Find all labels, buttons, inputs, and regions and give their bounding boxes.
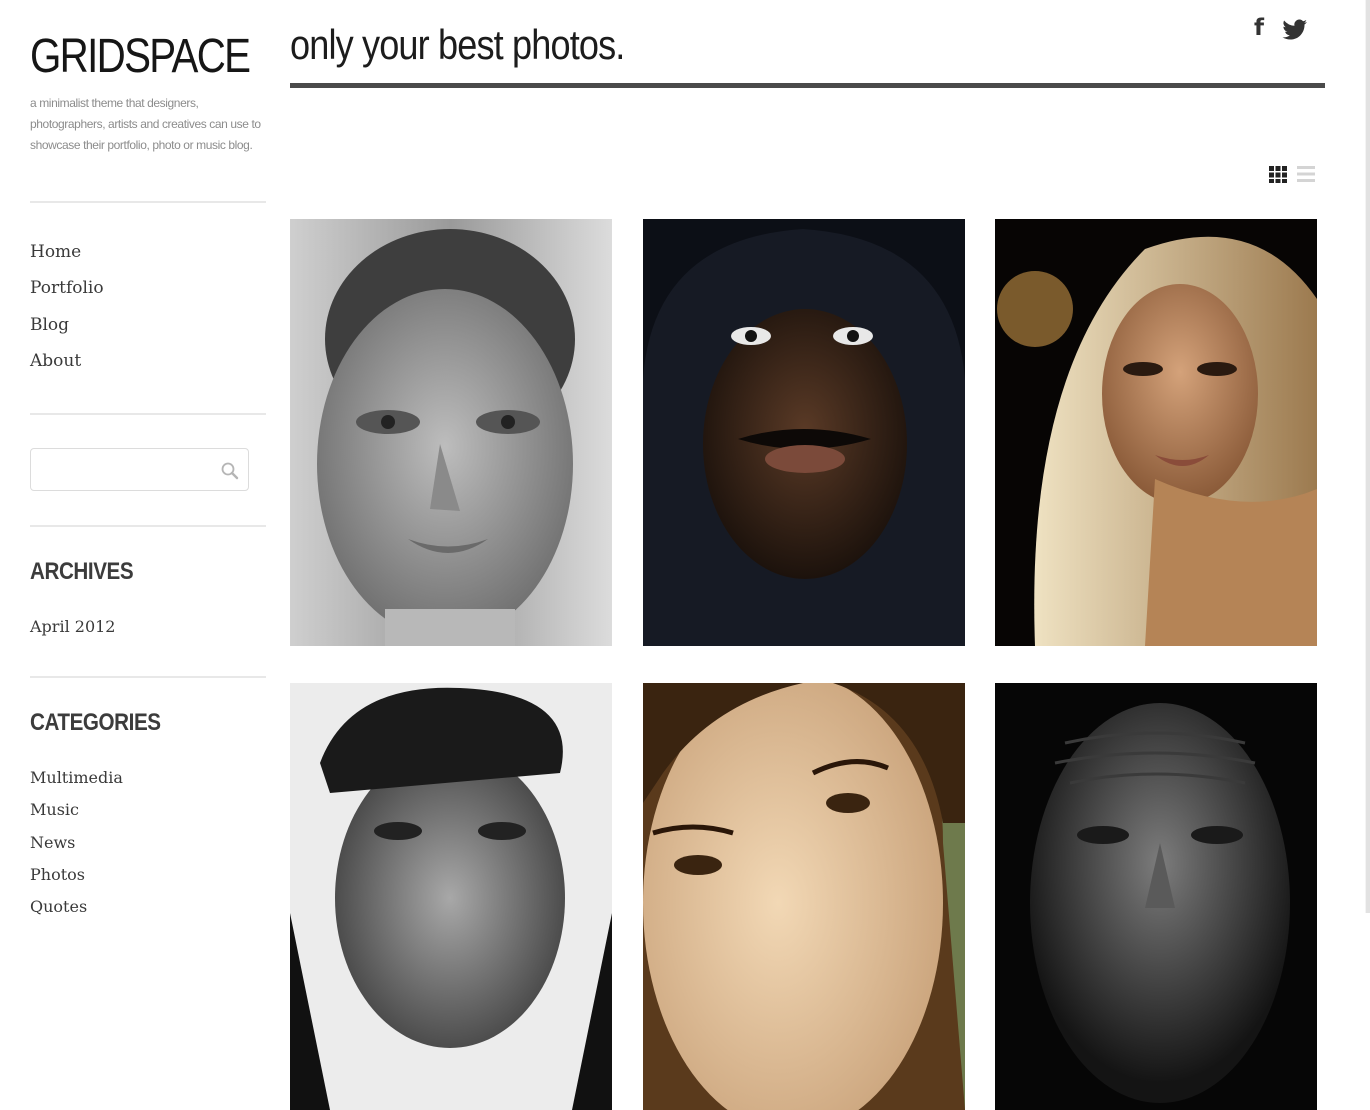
category-link[interactable]: Photos <box>30 865 85 885</box>
list-view-icon[interactable] <box>1296 164 1316 184</box>
nav-item-portfolio[interactable]: Portfolio <box>30 277 104 299</box>
headline-rule <box>290 83 1325 88</box>
portrait-woman-freckles[interactable] <box>290 219 612 646</box>
categories-title: CATEGORIES <box>30 709 161 736</box>
category-link[interactable]: Multimedia <box>30 768 123 788</box>
category-link[interactable]: Music <box>30 800 79 820</box>
page-headline: only your best photos. <box>290 21 625 68</box>
portrait-man-cap[interactable] <box>290 683 612 1110</box>
site-tagline: a minimalist theme that designers, photo… <box>30 96 261 152</box>
nav-item-home[interactable]: Home <box>30 241 81 263</box>
category-link[interactable]: News <box>30 833 75 853</box>
category-link[interactable]: Quotes <box>30 897 87 917</box>
archive-link[interactable]: April 2012 <box>30 617 115 637</box>
nav-item-blog[interactable]: Blog <box>30 314 69 336</box>
twitter-icon[interactable] <box>1282 19 1308 45</box>
portrait-woman-blonde[interactable] <box>995 219 1317 646</box>
page-edge <box>1366 0 1370 913</box>
sidebar-divider <box>30 201 266 203</box>
site-logo[interactable]: GRIDSPACE <box>30 30 251 84</box>
grid-view-icon[interactable] <box>1268 164 1288 184</box>
portrait-woman-brunette[interactable] <box>643 683 965 1110</box>
magnifier-icon[interactable] <box>220 461 240 481</box>
search-input[interactable] <box>31 449 231 490</box>
sidebar-divider <box>30 676 266 678</box>
search-box <box>30 448 249 491</box>
facebook-icon[interactable]: f <box>1254 15 1264 41</box>
sidebar-divider <box>30 525 266 527</box>
archives-title: ARCHIVES <box>30 558 134 585</box>
sidebar-divider <box>30 413 266 415</box>
portrait-man-hood[interactable] <box>643 219 965 646</box>
nav-item-about[interactable]: About <box>30 350 81 372</box>
portrait-old-man[interactable] <box>995 683 1317 1110</box>
